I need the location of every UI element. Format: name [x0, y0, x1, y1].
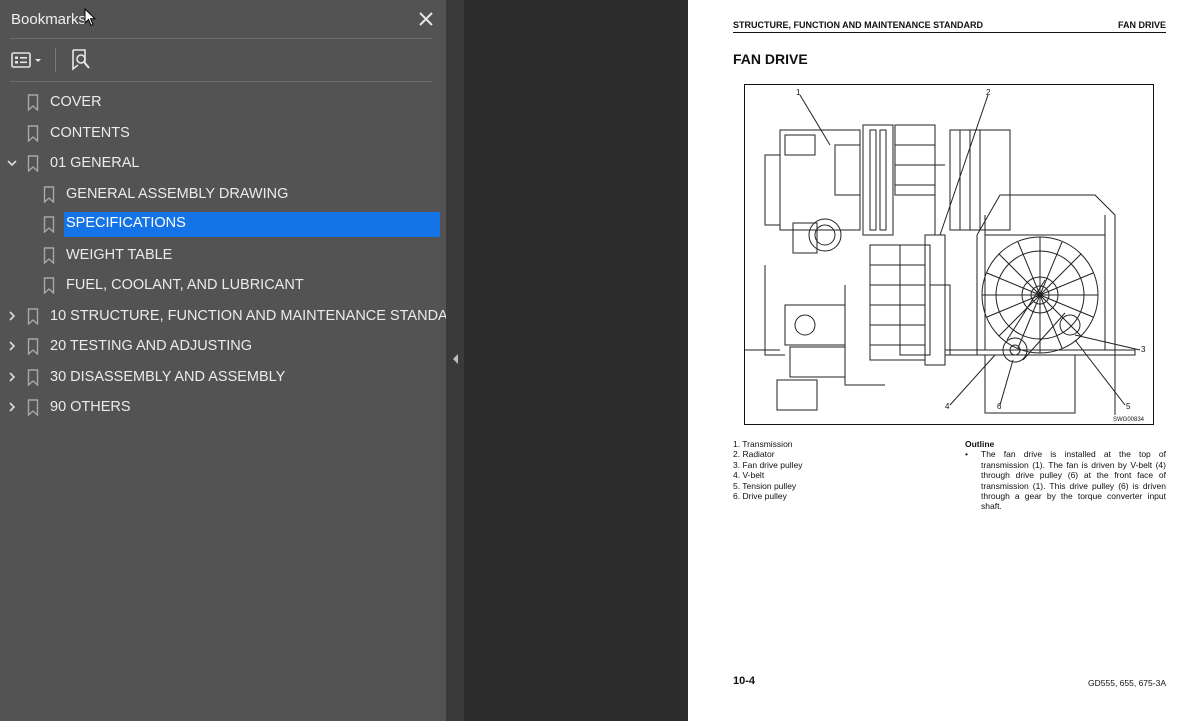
part-item: 5. Tension pulley: [733, 480, 797, 491]
part-item: 1. Transmission: [733, 439, 793, 449]
bookmarks-header: Bookmarks: [0, 0, 446, 38]
bookmark-label: 30 DISASSEMBLY AND ASSEMBLY: [50, 368, 286, 385]
bookmark-item[interactable]: 90 OTHERS: [0, 392, 446, 423]
bookmark-icon: [27, 155, 39, 172]
page-number: 10-4: [733, 675, 756, 687]
bookmark-item[interactable]: 20 TESTING AND ADJUSTING: [0, 331, 446, 362]
bookmark-icon: [27, 368, 39, 386]
bookmark-item[interactable]: 01 GENERAL: [0, 148, 446, 179]
close-icon[interactable]: [418, 11, 434, 27]
bookmark-icon: [27, 399, 39, 416]
list-options-icon: [11, 52, 31, 68]
callout-1: 1: [796, 88, 801, 97]
bookmark-label: 90 OTHERS: [50, 399, 131, 415]
bookmark-label: GENERAL ASSEMBLY DRAWING: [66, 185, 289, 202]
bookmark-label: 10 STRUCTURE, FUNCTION AND MAINTENANCE S…: [50, 307, 469, 324]
mouse-cursor-icon: [84, 8, 96, 27]
collapse-panel-icon[interactable]: [451, 353, 459, 365]
bookmark-icon: [43, 246, 55, 264]
chevron-right-icon[interactable]: [6, 310, 18, 322]
chevron-right-icon[interactable]: [6, 401, 18, 413]
outline-text: The fan drive is installed at the top of…: [981, 449, 1166, 512]
toolbar-divider: [55, 48, 56, 72]
document-page: STRUCTURE, FUNCTION AND MAINTENANCE STAN…: [688, 0, 1200, 721]
outline-title: Outline: [965, 439, 995, 449]
chevron-down-icon: [35, 59, 41, 62]
chevron-right-icon[interactable]: [6, 340, 18, 352]
header-rule: [733, 32, 1166, 33]
chevron-right-icon[interactable]: [6, 371, 18, 383]
page-title: FAN DRIVE: [733, 51, 808, 67]
part-item: 6. Drive pulley: [733, 491, 787, 502]
callout-2: 2: [986, 88, 991, 97]
bullet: •: [965, 449, 968, 460]
figure-code: SWG00834: [1113, 417, 1145, 423]
parts-list: 1. Transmission 2. Radiator 3. Fan drive…: [733, 439, 802, 501]
part-item: 3. Fan drive pulley: [733, 459, 803, 470]
bookmark-item[interactable]: COVER: [0, 87, 446, 118]
page-header-topic: FAN DRIVE: [1117, 20, 1166, 30]
bookmark-item[interactable]: FUEL, COOLANT, AND LUBRICANT: [0, 270, 446, 301]
bookmark-item[interactable]: WEIGHT TABLE: [0, 240, 446, 271]
bookmarks-title: Bookmarks: [11, 10, 87, 28]
bookmark-item[interactable]: CONTENTS: [0, 118, 446, 149]
callout-6: 6: [997, 402, 1002, 411]
page-header: STRUCTURE, FUNCTION AND MAINTENANCE STAN…: [733, 20, 1166, 30]
bookmarks-panel: Bookmarks COVER CONTENTS 01 GENERAL GENE…: [0, 0, 469, 721]
bookmark-item[interactable]: GENERAL ASSEMBLY DRAWING: [0, 179, 446, 210]
bookmark-item[interactable]: 30 DISASSEMBLY AND ASSEMBLY: [0, 362, 446, 393]
bookmark-label: 01 GENERAL: [50, 155, 140, 171]
bookmark-label: CONTENTS: [50, 124, 130, 141]
bookmark-label: COVER: [50, 94, 102, 110]
callout-4: 4: [945, 402, 950, 411]
bookmark-label: 20 TESTING AND ADJUSTING: [50, 338, 252, 354]
bookmark-label: FUEL, COOLANT, AND LUBRICANT: [66, 277, 304, 293]
chevron-down-icon[interactable]: [6, 157, 18, 169]
callout-3: 3: [1141, 345, 1146, 354]
find-bookmark-button[interactable]: [70, 47, 92, 73]
options-menu-button[interactable]: [11, 47, 43, 73]
bookmark-icon: [27, 124, 39, 142]
outline-section: Outline • The fan drive is installed at …: [965, 439, 1166, 512]
bookmarks-toolbar: [0, 39, 446, 81]
bookmark-icon: [27, 338, 39, 355]
bookmark-label: SPECIFICATIONS: [64, 212, 440, 237]
bookmark-item[interactable]: 10 STRUCTURE, FUNCTION AND MAINTENANCE S…: [0, 301, 469, 332]
bookmark-search-icon: [72, 49, 90, 71]
bookmark-item[interactable]: SPECIFICATIONS: [0, 209, 446, 240]
bookmark-icon: [43, 277, 55, 294]
bookmarks-tree: COVER CONTENTS 01 GENERAL GENERAL ASSEMBLY …: [0, 82, 469, 423]
page-header-section: STRUCTURE, FUNCTION AND MAINTENANCE STAN…: [733, 20, 983, 30]
model-code: GD555, 655, 675-3A: [1088, 678, 1166, 688]
bookmark-label: WEIGHT TABLE: [66, 246, 173, 263]
bookmark-icon: [43, 185, 55, 203]
fan-drive-drawing: 1 2 3 4 5 6 SWG00834: [745, 88, 1146, 423]
bookmark-icon: [43, 216, 55, 233]
part-item: 4. V-belt: [733, 470, 765, 481]
callout-5: 5: [1126, 402, 1131, 411]
part-item: 2. Radiator: [733, 449, 775, 460]
fan-drive-figure: 1 2 3 4 5 6 SWG00834: [744, 84, 1154, 425]
bookmark-icon: [27, 94, 39, 111]
bookmark-icon: [27, 307, 39, 325]
